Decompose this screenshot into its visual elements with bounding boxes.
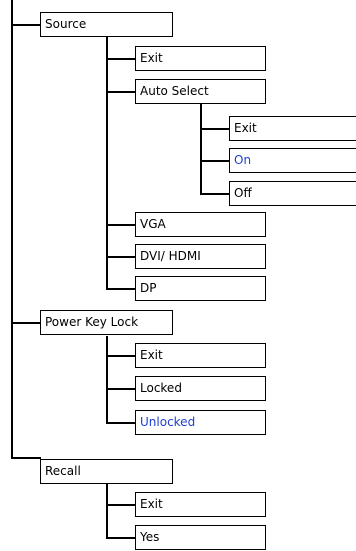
menu-box-power-key-lock-locked: Locked [135,376,266,401]
connector-power-key-lock-unlocked [106,422,136,424]
menu-box-source-auto-select: Auto Select [135,79,266,104]
osd-menu-tree-diagram: Source Exit Auto Select Exit On Off VGA … [0,0,356,551]
connector-power-key-lock-locked [106,388,136,390]
menu-box-source-exit: Exit [135,46,266,71]
connector-source-exit [106,58,136,60]
recall-trunk-line [106,482,108,538]
menu-box-source-dvi-hdmi: DVI/ HDMI [135,244,266,269]
menu-box-auto-select-on: On [229,148,356,173]
connector-auto-select-on [200,160,230,162]
menu-box-power-key-lock: Power Key Lock [40,310,173,335]
connector-recall-yes [106,537,136,539]
menu-box-power-key-lock-unlocked: Unlocked [135,410,266,435]
connector-recall [11,457,41,459]
menu-box-recall: Recall [40,459,173,484]
menu-box-source-dp: DP [135,276,266,301]
connector-power-key-lock [11,322,41,324]
source-trunk-line [106,36,108,289]
connector-source-dvi-hdmi [106,256,136,258]
connector-auto-select-exit [200,128,230,130]
auto-select-trunk-line [200,104,202,194]
root-trunk-line [11,0,13,458]
menu-box-source-vga: VGA [135,212,266,237]
connector-source-auto-select [106,91,136,93]
menu-box-recall-yes: Yes [135,525,266,550]
connector-source-vga [106,224,136,226]
menu-box-auto-select-exit: Exit [229,116,356,141]
connector-power-key-lock-exit [106,355,136,357]
connector-auto-select-off [200,193,230,195]
menu-box-power-key-lock-exit: Exit [135,343,266,368]
connector-recall-exit [106,504,136,506]
connector-source-dp [106,288,136,290]
menu-box-auto-select-off: Off [229,181,356,206]
menu-box-source: Source [40,12,173,37]
menu-box-recall-exit: Exit [135,492,266,517]
power-key-lock-trunk-line [106,336,108,423]
connector-source [11,24,41,26]
